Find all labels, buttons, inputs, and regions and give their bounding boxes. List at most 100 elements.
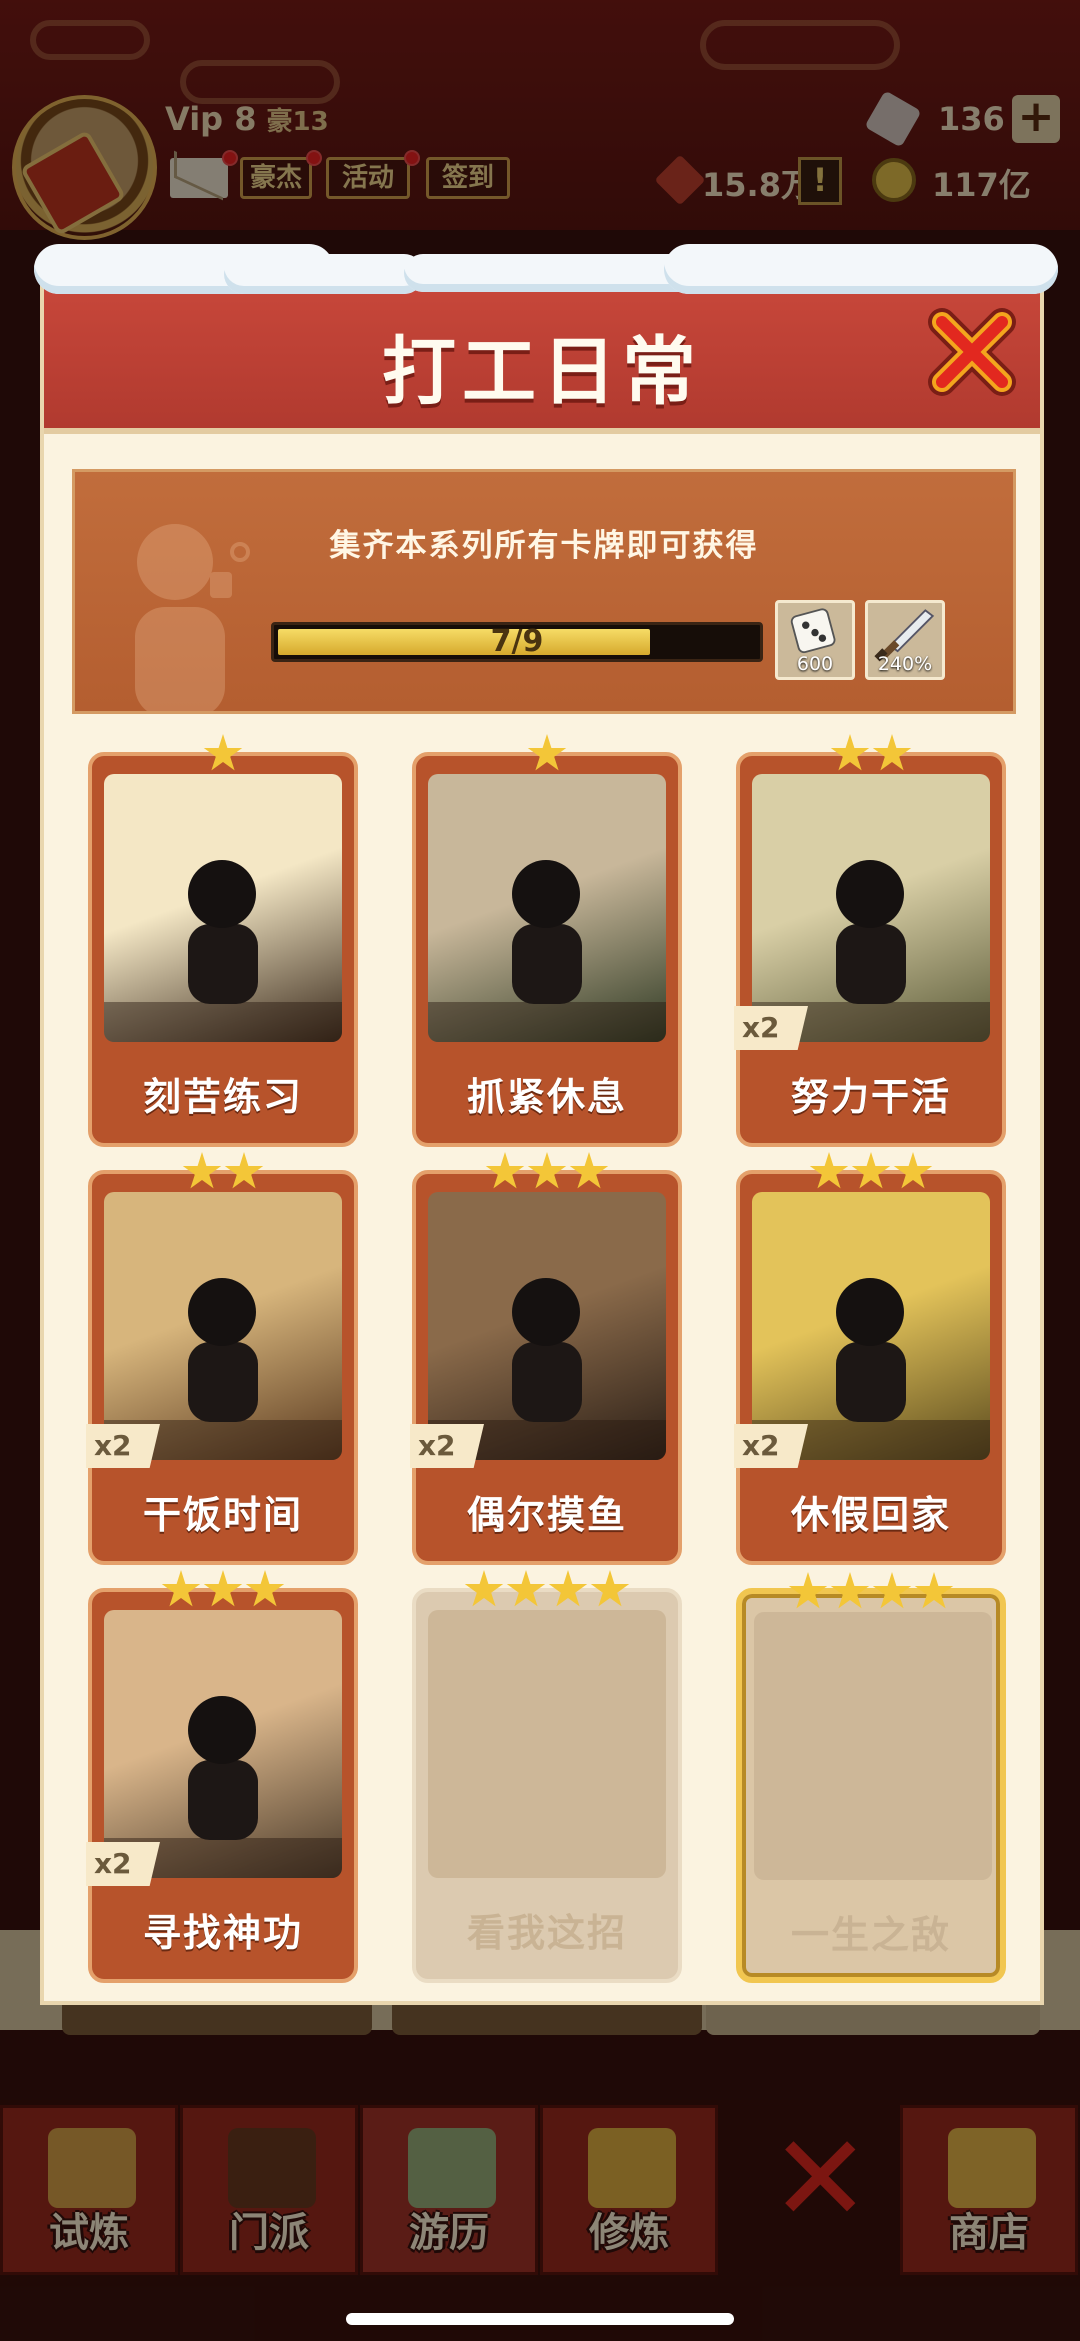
card-6[interactable]: x2 休假回家: [734, 1152, 1006, 1565]
star-icon: [830, 1572, 870, 1609]
mail-icon[interactable]: [170, 158, 228, 198]
star-icon: [830, 734, 870, 771]
close-menu-icon[interactable]: ✕: [770, 2120, 871, 2240]
collection-reward-banner: 集齐本系列所有卡牌即可获得 7/9 600 240%: [72, 469, 1016, 714]
cloud-decoration: [180, 60, 340, 104]
card-1[interactable]: 刻苦练习: [88, 734, 358, 1147]
card-name: 一生之敌: [790, 1913, 951, 1957]
checkin-button[interactable]: 签到: [426, 157, 510, 199]
nav-trial[interactable]: 试炼: [0, 2105, 178, 2275]
star-icon: [527, 1152, 567, 1189]
collection-progress-bar: 7/9: [271, 622, 763, 662]
star-icon: [914, 1572, 954, 1609]
card-multiplier-badge: x2: [734, 1006, 808, 1050]
card-multiplier-badge: x2: [410, 1424, 484, 1468]
star-icon: [224, 1152, 264, 1189]
reward-item-sword[interactable]: 240%: [865, 600, 945, 680]
add-gems-button[interactable]: +: [1012, 95, 1060, 143]
star-icon: [809, 1152, 849, 1189]
collection-hint: 集齐本系列所有卡牌即可获得: [329, 528, 759, 564]
nav-sect[interactable]: 门派: [180, 2105, 358, 2275]
card-stars: [416, 1570, 678, 1614]
card-multiplier-badge: x2: [86, 1424, 160, 1468]
star-icon: [464, 1570, 504, 1607]
card-name: 努力干活: [790, 1075, 951, 1119]
vip-label: Vip 8: [165, 100, 257, 138]
trial-icon: [48, 2128, 136, 2208]
notification-dot: [404, 150, 420, 166]
close-icon[interactable]: [924, 304, 1020, 400]
card-artwork: [104, 1192, 342, 1460]
snow-decoration: [224, 254, 424, 294]
power-value: 15.8万: [702, 166, 813, 204]
card-stars: [416, 734, 678, 778]
modal-header: 打工日常: [34, 244, 1058, 434]
card-2[interactable]: 抓紧休息: [412, 734, 682, 1147]
sect-icon: [228, 2128, 316, 2208]
card-artwork: [754, 1612, 992, 1880]
nav-travel[interactable]: 游历: [360, 2105, 538, 2275]
card-name: 偶尔摸鱼: [466, 1493, 627, 1537]
alert-button[interactable]: !: [798, 157, 842, 205]
ninja-figure-icon: [752, 860, 990, 1042]
star-icon: [872, 734, 912, 771]
card-3[interactable]: x2 努力干活: [734, 734, 1006, 1147]
card-artwork: [428, 1610, 666, 1878]
home-indicator[interactable]: [346, 2313, 734, 2325]
star-icon: [851, 1152, 891, 1189]
star-icon: [161, 1570, 201, 1607]
progress-label: 7/9: [490, 624, 544, 659]
ninja-figure-icon: [104, 1696, 342, 1878]
star-icon: [893, 1152, 933, 1189]
travel-icon: [408, 2128, 496, 2208]
card-9[interactable]: 一生之敌: [736, 1572, 1006, 1983]
ninja-figure-icon: [428, 1278, 666, 1460]
card-8[interactable]: 看我这招: [412, 1570, 682, 1983]
card-multiplier-badge: x2: [86, 1842, 160, 1886]
events-button[interactable]: 活动: [326, 157, 410, 199]
nav-cultivate[interactable]: 修炼: [540, 2105, 718, 2275]
nav-shop[interactable]: 商店: [900, 2105, 1078, 2275]
star-icon: [527, 734, 567, 771]
heroes-button[interactable]: 豪杰: [240, 157, 312, 199]
coin-icon: [872, 158, 916, 202]
coin-count: 117亿: [932, 166, 1031, 204]
card-5[interactable]: x2 偶尔摸鱼: [410, 1152, 682, 1565]
nav-label: 商店: [949, 2210, 1029, 2256]
card-4[interactable]: x2 干饭时间: [86, 1152, 358, 1565]
star-icon: [569, 1152, 609, 1189]
star-icon: [203, 734, 243, 771]
card-artwork: [104, 774, 342, 1042]
card-stars: [416, 1152, 678, 1196]
reward-value: 600: [796, 653, 834, 675]
nav-label: 修炼: [589, 2210, 669, 2256]
star-icon: [485, 1152, 525, 1189]
card-stars: [742, 1572, 1000, 1616]
card-artwork: [428, 1192, 666, 1460]
card-name: 抓紧休息: [466, 1075, 627, 1119]
nav-label: 试炼: [49, 2210, 129, 2256]
ninja-figure-icon: [104, 860, 342, 1042]
star-icon: [872, 1572, 912, 1609]
card-artwork: [752, 774, 990, 1042]
star-icon: [590, 1570, 630, 1607]
card-stars: [740, 1152, 1002, 1196]
ninja-figure-icon: [752, 1278, 990, 1460]
vip-level: Vip 8 豪13: [165, 100, 329, 138]
shop-icon: [948, 2128, 1036, 2208]
nav-label: 游历: [409, 2210, 489, 2256]
cloud-decoration: [30, 20, 150, 60]
card-artwork: [428, 774, 666, 1042]
star-icon: [203, 1570, 243, 1607]
star-icon: [506, 1570, 546, 1607]
card-collection-modal: 打工日常 集齐本系列所有卡牌即可获得 7/9 600 240% 刻苦练习 抓紧休…: [34, 244, 1058, 2005]
card-7[interactable]: x2 寻找神功: [86, 1570, 358, 1983]
player-avatar[interactable]: [12, 95, 157, 240]
rank-label: 豪13: [266, 107, 329, 137]
card-stars: [92, 734, 354, 778]
reward-item-dice[interactable]: 600: [775, 600, 855, 680]
modal-title: 打工日常: [382, 329, 702, 415]
card-stars: [92, 1152, 354, 1196]
cloud-decoration: [700, 20, 900, 70]
notification-dot: [222, 150, 238, 166]
